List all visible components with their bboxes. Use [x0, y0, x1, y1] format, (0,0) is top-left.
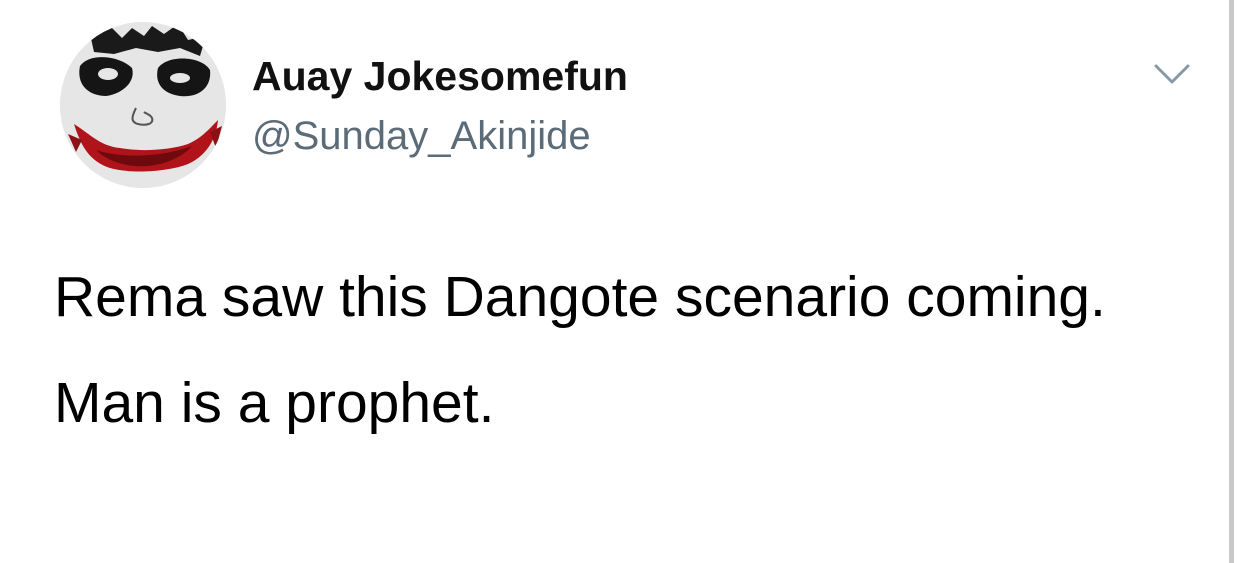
tweet-text: Rema saw this Dangote scenario coming. M… [54, 260, 1194, 440]
tweet-paragraph: Man is a prophet. [54, 371, 495, 435]
avatar[interactable] [60, 22, 226, 188]
scrollbar[interactable] [1224, 0, 1242, 563]
author-header: Auay Jokesomefun @Sunday_Akinjide [252, 52, 628, 160]
tweet-card: Auay Jokesomefun @Sunday_Akinjide Rema s… [0, 0, 1242, 563]
scrollbar-track[interactable] [1229, 0, 1234, 563]
tweet-paragraph: Rema saw this Dangote scenario coming. [54, 265, 1106, 329]
display-name[interactable]: Auay Jokesomefun [252, 52, 628, 100]
user-handle[interactable]: @Sunday_Akinjide [252, 112, 628, 160]
more-options-button[interactable] [1150, 54, 1194, 94]
chevron-down-icon [1154, 64, 1190, 84]
joker-face-icon [60, 22, 226, 188]
